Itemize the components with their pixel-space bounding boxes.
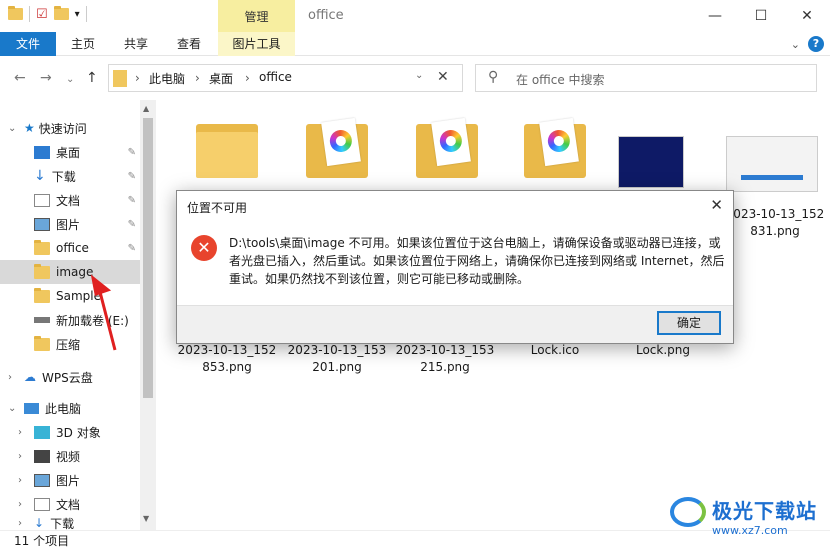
dialog-title: 位置不可用 <box>187 201 248 215</box>
dialog-close-icon[interactable]: ✕ <box>710 196 723 214</box>
watermark-logo: 极光下载站 www.xz7.com <box>670 495 817 537</box>
red-arrow-icon <box>90 274 117 351</box>
watermark-url: www.xz7.com <box>712 524 788 537</box>
dialog-footer <box>177 305 733 343</box>
watermark-title: 极光下载站 <box>712 499 817 523</box>
error-dialog: 位置不可用 ✕ ✕ D:\tools\桌面\image 不可用。如果该位置位于这… <box>176 190 734 344</box>
dialog-message: D:\tools\桌面\image 不可用。如果该位置位于这台电脑上，请确保设备… <box>229 236 725 286</box>
logo-icon <box>670 497 706 527</box>
ok-button[interactable]: 确定 <box>657 311 721 335</box>
error-icon: ✕ <box>191 235 217 261</box>
